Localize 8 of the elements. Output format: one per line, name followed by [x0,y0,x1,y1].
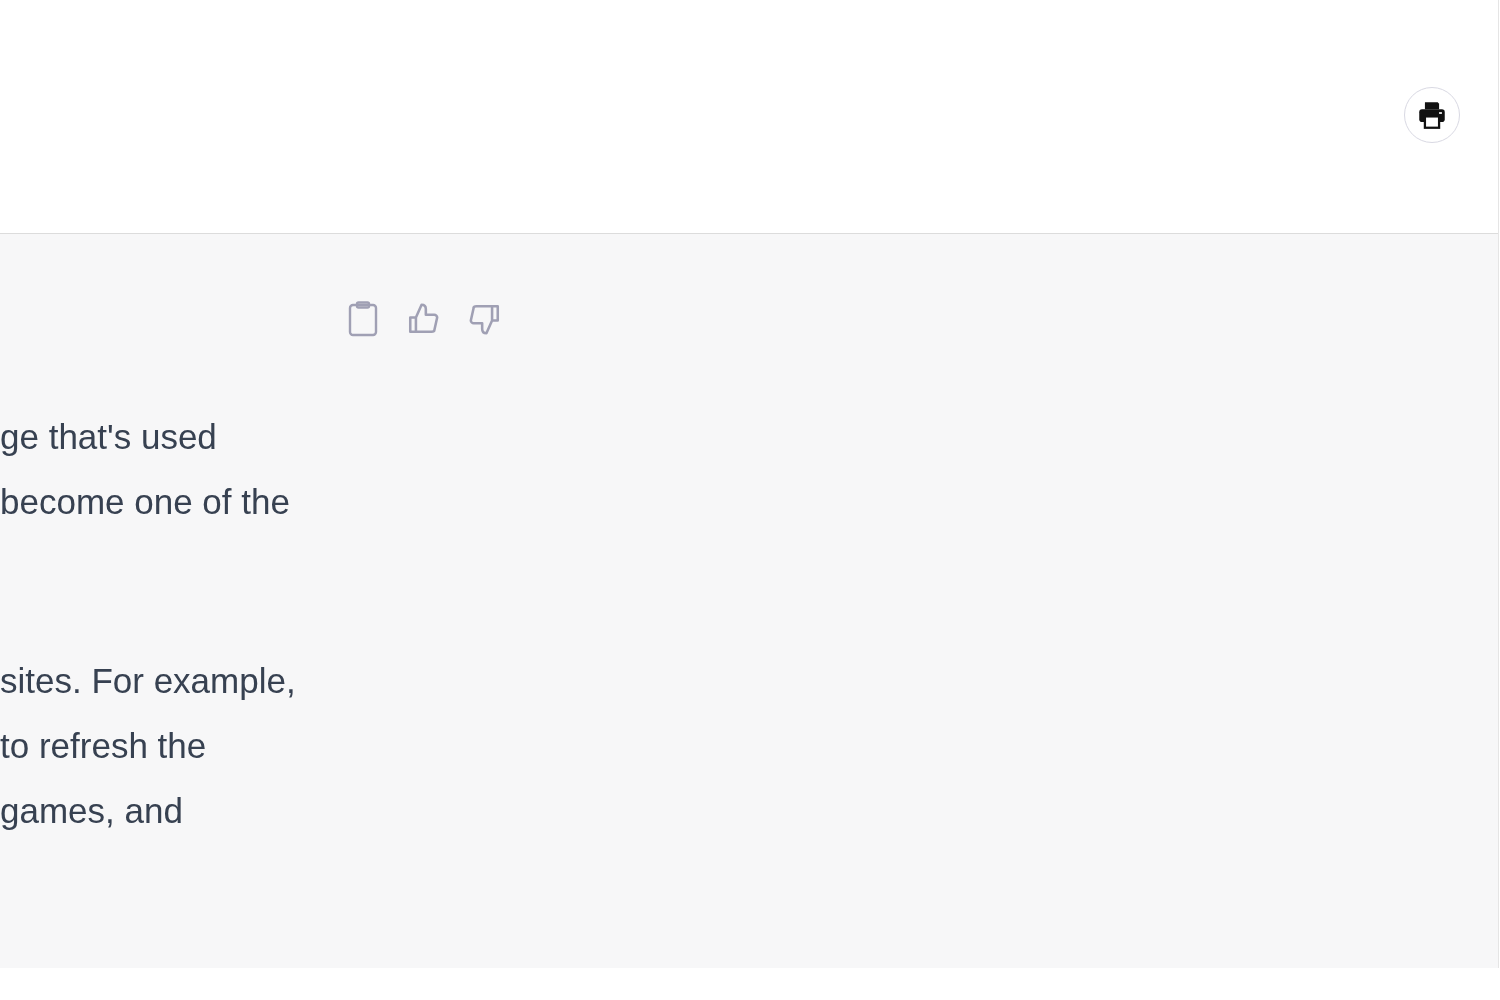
text-line: become one of the [0,481,290,523]
text-line: games, and [0,790,183,832]
text-line: sites. For example, [0,660,296,702]
text-line: ge that's used [0,416,217,458]
print-button[interactable] [1404,87,1460,143]
clipboard-icon [348,301,378,337]
text-line: to refresh the [0,725,207,767]
copy-button[interactable] [348,301,378,337]
